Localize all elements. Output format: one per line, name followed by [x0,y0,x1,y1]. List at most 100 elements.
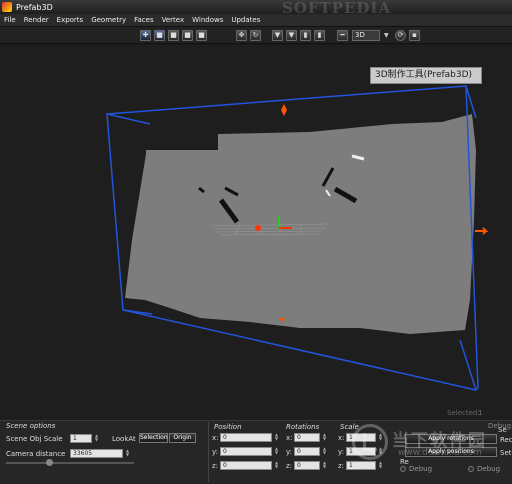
pos-z-label: z: [212,462,219,470]
position-x-input[interactable]: 0 [220,433,272,442]
menu-windows[interactable]: Windows [188,16,227,24]
cube-icon: ■ [156,31,163,39]
view-side-button[interactable]: ■ [182,30,193,41]
debug-left-label: Debug [409,465,433,473]
move-icon: ✥ [238,31,245,39]
debug-right-label: Debug [477,465,501,473]
rotation-z-stepper[interactable]: ▲ ▼ [322,461,327,470]
rotation-x-input[interactable]: 0 [294,433,320,442]
menu-exports[interactable]: Exports [53,16,88,24]
object-icon: ▮ [317,31,322,39]
tooltip: 3D制作工具(Prefab3D) [370,67,482,84]
face-icon: ▮ [303,31,308,39]
rotation-y-input[interactable]: 0 [294,447,320,456]
rotate-tool-button[interactable]: ↻ [250,30,261,41]
obj-scale-stepper[interactable]: ▲ ▼ [94,434,99,443]
view-perspective-button[interactable]: ✚ [140,30,151,41]
refresh-icon: ⟳ [397,31,404,39]
lookat-selection-button[interactable]: Selection [139,433,168,443]
window-title: Prefab3D [16,2,53,12]
selected-count-value: 1 [478,409,483,417]
position-x-stepper[interactable]: ▲ ▼ [274,433,279,442]
render-mode-button[interactable]: ━ [337,30,348,41]
obj-scale-label: Scene Obj Scale [6,435,63,443]
grid-button[interactable]: ▪ [409,30,420,41]
cube-icon: ■ [170,31,177,39]
view-back-button[interactable]: ■ [196,30,207,41]
top-handle-icon[interactable] [281,104,287,116]
slider-handle[interactable] [46,459,53,466]
debug-right-radio[interactable] [468,466,474,472]
position-z-stepper[interactable]: ▲ ▼ [274,461,279,470]
cube-icon: ■ [198,31,205,39]
toolbar: ✚ ■ ■ ■ ■ ✥ ↻ ▼ ▼ ▮ ▮ ━ 3D ▼ ⟳ ▪ [0,27,512,44]
menu-vertex[interactable]: Vertex [158,16,189,24]
select-edge-button[interactable]: ▼ [286,30,297,41]
select-vertex-button[interactable]: ▼ [272,30,283,41]
divider [208,422,209,482]
scale-z-input[interactable]: 1 [346,461,376,470]
rot-y-label: y: [286,448,292,456]
rotations-title: Rotations [286,423,320,431]
scale-y-label: y: [338,448,344,456]
chevron-down-icon: ▼ [384,32,389,39]
line-icon: ━ [340,31,345,39]
rot-z-label: z: [286,462,293,470]
menu-render[interactable]: Render [20,16,53,24]
mesh-shadow [120,122,218,150]
refresh-button[interactable]: ⟳ [395,30,406,41]
re-label: Re [400,458,409,466]
position-z-input[interactable]: 0 [220,461,272,470]
menu-bar: File Render Exports Geometry Faces Verte… [0,14,512,27]
scale-x-label: x: [338,434,345,442]
rec-label: Rec [500,436,512,444]
view-top-button[interactable]: ■ [168,30,179,41]
axes-icon: ✚ [142,31,149,39]
select-face-button[interactable]: ▮ [300,30,311,41]
title-bar: Prefab3D [0,0,512,14]
rotation-y-stepper[interactable]: ▲ ▼ [322,447,327,456]
select-object-button[interactable]: ▮ [314,30,325,41]
obj-scale-input[interactable]: 1 [70,434,92,443]
view-mode-select[interactable]: 3D [352,30,380,41]
rotation-x-stepper[interactable]: ▲ ▼ [322,433,327,442]
watermark-logo-mark [363,433,377,451]
menu-faces[interactable]: Faces [130,16,157,24]
rotate-icon: ↻ [252,31,259,39]
vertex-icon: ▼ [274,31,281,39]
menu-file[interactable]: File [0,16,20,24]
camera-distance-stepper[interactable]: ▲ ▼ [125,449,130,458]
debug-top-label: Debug [488,422,512,430]
rotation-z-input[interactable]: 0 [294,461,320,470]
set-label: Set [500,449,512,457]
menu-updates[interactable]: Updates [227,16,264,24]
app-icon [2,2,12,12]
3d-viewport[interactable] [0,45,512,420]
debug-left-radio[interactable] [400,466,406,472]
camera-distance-label: Camera distance [6,450,66,458]
cube-icon: ■ [184,31,191,39]
position-y-stepper[interactable]: ▲ ▼ [274,447,279,456]
position-y-input[interactable]: 0 [220,447,272,456]
lookat-origin-button[interactable]: Origin [169,433,196,443]
selected-count-label: Selected: [447,409,480,417]
watermark-url: www.downxia.com [398,448,482,458]
scene-canvas [106,85,489,391]
scene-options-title: Scene options [6,422,56,430]
scale-z-stepper[interactable]: ▲ ▼ [378,461,383,470]
pos-y-label: y: [212,448,218,456]
position-title: Position [214,423,242,431]
scale-z-label: z: [338,462,345,470]
camera-distance-slider[interactable] [6,462,134,464]
grid-icon: ▪ [412,31,417,39]
lookat-label: LookAt [112,435,136,443]
camera-distance-input[interactable]: 33605 [70,449,123,458]
move-tool-button[interactable]: ✥ [236,30,247,41]
right-handle-icon[interactable] [475,227,489,235]
edge-icon: ▼ [288,31,295,39]
rot-x-label: x: [286,434,293,442]
pivot-icon[interactable] [255,225,261,231]
view-front-button[interactable]: ■ [154,30,165,41]
menu-geometry[interactable]: Geometry [87,16,130,24]
pos-x-label: x: [212,434,219,442]
